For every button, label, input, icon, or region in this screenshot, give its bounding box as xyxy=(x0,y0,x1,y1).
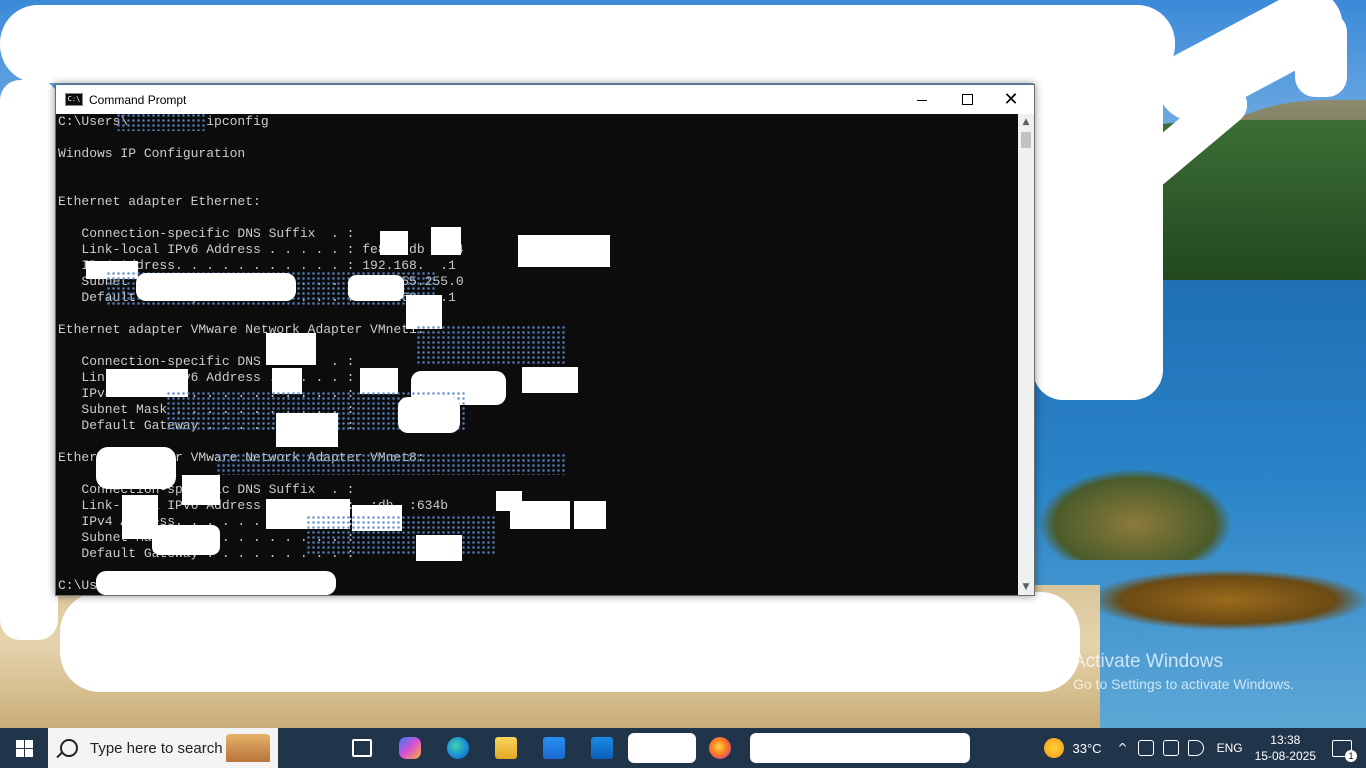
redaction-scribble xyxy=(1295,12,1347,97)
firefox-icon xyxy=(709,737,731,759)
weather-widget[interactable]: 33°C xyxy=(1044,738,1102,758)
redaction-speckle xyxy=(306,515,496,555)
redaction-block xyxy=(96,571,336,595)
file-explorer-button[interactable] xyxy=(482,728,530,768)
scroll-up-icon[interactable]: ▲ xyxy=(1018,114,1034,130)
activate-windows-watermark: Activate Windows Go to Settings to activ… xyxy=(1073,651,1294,692)
redaction-block xyxy=(398,397,460,433)
show-hidden-icons-chevron-icon[interactable]: ^ xyxy=(1118,741,1128,755)
clock-time: 13:38 xyxy=(1270,733,1301,747)
touchpad-icon[interactable] xyxy=(1137,740,1154,756)
activate-subtitle: Go to Settings to activate Windows. xyxy=(1073,676,1294,692)
redaction-block xyxy=(518,235,610,267)
redaction-block xyxy=(182,475,220,505)
command-prompt-window[interactable]: C:\ Command Prompt ✕ C:\Users\ ipconfig W… xyxy=(55,84,1035,596)
redaction-block xyxy=(628,733,696,763)
scrollbar-thumb[interactable] xyxy=(1021,132,1031,148)
redaction-scribble xyxy=(1033,60,1163,400)
minimize-button[interactable] xyxy=(899,85,945,114)
edge-icon xyxy=(447,737,469,759)
notification-badge: 1 xyxy=(1345,749,1357,762)
redaction-speckle xyxy=(216,453,566,475)
system-tray: 33°C ^ ENG 13:38 15-08-2025 1 xyxy=(1044,728,1366,768)
start-button[interactable] xyxy=(0,728,48,768)
search-icon xyxy=(60,739,78,757)
window-title: Command Prompt xyxy=(89,92,187,107)
redaction-block xyxy=(136,273,296,301)
clock-date: 15-08-2025 xyxy=(1254,749,1316,763)
copilot-button[interactable] xyxy=(386,728,434,768)
taskbar: Type here to search 33°C ^ ENG 13:38 15-… xyxy=(0,728,1366,768)
redaction-block xyxy=(574,501,606,529)
close-button[interactable]: ✕ xyxy=(988,85,1034,114)
redaction-scribble xyxy=(0,5,1175,83)
taskbar-search-box[interactable]: Type here to search xyxy=(48,728,278,768)
scroll-down-icon[interactable]: ▼ xyxy=(1018,579,1034,595)
windows-logo-icon xyxy=(15,739,33,757)
redaction-block xyxy=(152,525,220,555)
redaction-block xyxy=(431,227,461,255)
redaction-block xyxy=(266,333,316,365)
redaction-block xyxy=(416,535,462,561)
vertical-scrollbar[interactable]: ▲ ▼ xyxy=(1018,114,1034,595)
store-button[interactable] xyxy=(530,728,578,768)
redaction-block xyxy=(276,413,338,447)
redaction-block xyxy=(522,367,578,393)
close-icon: ✕ xyxy=(1003,88,1019,110)
redaction-block xyxy=(380,231,408,255)
maximize-icon xyxy=(961,94,973,105)
window-titlebar[interactable]: C:\ Command Prompt ✕ xyxy=(56,85,1034,114)
search-highlight-icon xyxy=(226,734,270,762)
task-view-button[interactable] xyxy=(338,728,386,768)
redaction-scribble xyxy=(60,592,1080,692)
input-language[interactable]: ENG xyxy=(1217,741,1243,755)
firefox-button[interactable] xyxy=(696,728,744,768)
redaction-block xyxy=(348,275,404,301)
search-placeholder: Type here to search xyxy=(90,739,223,757)
redaction-block xyxy=(510,501,570,529)
weather-sun-icon xyxy=(1044,738,1065,758)
minimize-icon xyxy=(917,100,927,101)
redaction-block xyxy=(406,295,442,329)
volume-icon[interactable] xyxy=(1187,740,1204,756)
folder-icon xyxy=(495,737,517,759)
wallpaper-island xyxy=(1040,470,1230,560)
redaction-scribble xyxy=(0,80,58,640)
outlook-button[interactable] xyxy=(578,728,626,768)
network-icon[interactable] xyxy=(1162,740,1179,756)
activate-title: Activate Windows xyxy=(1073,651,1223,672)
outlook-icon xyxy=(591,737,613,759)
wallpaper-seaweed xyxy=(1090,570,1366,630)
redaction-block xyxy=(750,733,970,763)
edge-button[interactable] xyxy=(434,728,482,768)
command-prompt-icon: C:\ xyxy=(65,93,83,106)
notification-center-icon[interactable]: 1 xyxy=(1332,739,1357,762)
redaction-speckle xyxy=(116,113,206,131)
task-view-icon xyxy=(352,739,372,757)
console-line: Windows IP Configuration xyxy=(58,146,246,161)
maximize-button[interactable] xyxy=(944,85,990,114)
copilot-icon xyxy=(399,737,421,759)
redaction-block xyxy=(96,447,176,489)
clock[interactable]: 13:38 15-08-2025 xyxy=(1255,732,1316,764)
weather-temperature: 33°C xyxy=(1072,740,1102,756)
console-line: Ethernet adapter Ethernet: xyxy=(58,194,261,209)
redaction-speckle xyxy=(416,325,566,365)
store-icon xyxy=(543,737,565,759)
